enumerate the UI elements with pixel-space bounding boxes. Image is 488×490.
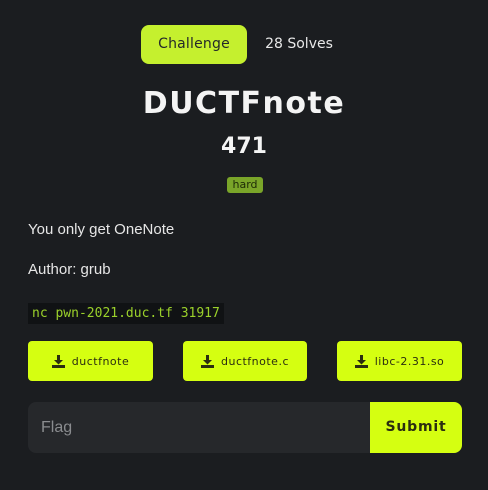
difficulty-badge: hard	[227, 177, 263, 193]
download-icon	[354, 354, 368, 368]
challenge-description: You only get OneNote	[28, 221, 175, 238]
download-file-button[interactable]: ductfnote.c	[183, 341, 307, 381]
download-file-label: libc-2.31.so	[374, 354, 445, 368]
challenge-points: 471	[221, 134, 267, 159]
download-icon	[51, 354, 65, 368]
tab-challenge[interactable]: Challenge	[141, 25, 247, 64]
download-file-button[interactable]: ductfnote	[28, 341, 153, 381]
submit-button[interactable]: Submit	[370, 402, 462, 453]
download-file-label: ductfnote	[71, 354, 130, 368]
challenge-author: Author: grub	[28, 261, 111, 278]
challenge-title: DUCTFnote	[142, 86, 346, 121]
connection-command: nc pwn-2021.duc.tf 31917	[28, 303, 224, 324]
modal-tabs: Challenge 28 Solves	[0, 25, 488, 64]
download-file-label: ductfnote.c	[220, 354, 289, 368]
tab-solves[interactable]: 28 Solves	[262, 25, 336, 64]
download-icon	[200, 354, 214, 368]
flag-input[interactable]	[28, 402, 370, 453]
challenge-modal: Challenge 28 Solves DUCTFnote 471 hard Y…	[0, 0, 488, 490]
download-file-button[interactable]: libc-2.31.so	[337, 341, 462, 381]
flag-form: Submit	[28, 402, 462, 453]
